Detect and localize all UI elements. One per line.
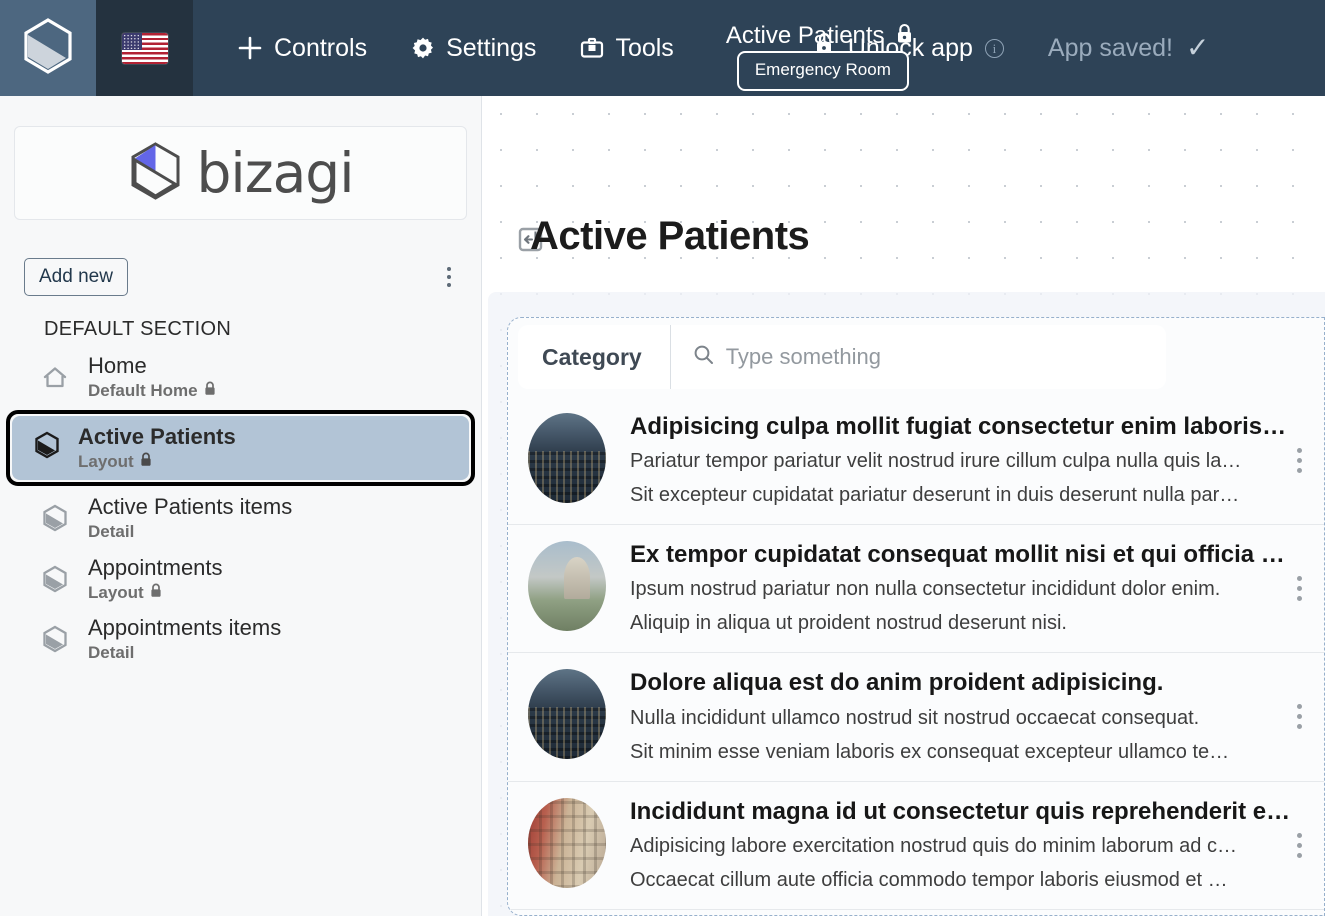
list-item[interactable]: Incididunt magna id ut consectetur quis …: [508, 782, 1324, 910]
list-item-line1: Pariatur tempor pariatur velit nostrud i…: [630, 450, 1242, 473]
filter-bar: Category Type something: [518, 325, 1166, 389]
page-hexagon-icon: [40, 625, 70, 653]
canvas: Active Patients Category Type something …: [483, 96, 1325, 916]
app-title: Active Patients: [725, 22, 885, 49]
lock-icon: [896, 23, 913, 49]
sidebar-item-home-title: Home: [88, 353, 147, 378]
save-status-label: App saved!: [1047, 33, 1173, 62]
list-item-title: Dolore aliqua est do anim proident adipi…: [630, 669, 1164, 697]
list-item-line1: Ipsum nostrud pariatur non nulla consect…: [630, 578, 1221, 601]
list-widget: Category Type something Adipisicing culp…: [507, 317, 1325, 916]
list-item-line2: Sit excepteur cupidatat pariatur deserun…: [630, 484, 1240, 507]
list-item-text: Dolore aliqua est do anim proident adipi…: [606, 667, 1291, 766]
menu-item-tools-label: Tools: [615, 33, 674, 62]
menu-item-controls-label: Controls: [274, 33, 368, 62]
toolbox-icon: [580, 37, 604, 59]
save-status: App saved! ✓: [1048, 34, 1210, 63]
us-flag-icon: [121, 32, 168, 64]
bizagi-hexagon-icon: [128, 141, 183, 206]
info-icon[interactable]: i: [984, 38, 1004, 58]
bizagi-hexagon-icon: [22, 17, 74, 80]
sidebar-item-appointments-subtitle: Layout: [88, 582, 223, 603]
sidebar-item-active-patients-highlight: Active Patients Layout: [6, 409, 475, 487]
home-icon: [40, 365, 70, 389]
sidebar-toolbar: Add new: [24, 258, 459, 296]
brand-logo: bizagi: [14, 126, 467, 220]
lock-icon: [150, 582, 162, 603]
sidebar-item-appointments[interactable]: Appointments Layout: [12, 549, 469, 610]
list-item[interactable]: Ex tempor cupidatat consequat mollit nis…: [508, 525, 1324, 654]
avatar: [528, 797, 606, 888]
menu-item-controls[interactable]: Controls: [215, 0, 389, 96]
check-icon: ✓: [1185, 32, 1210, 63]
language-selector-button[interactable]: [96, 0, 193, 96]
kebab-menu-icon[interactable]: [439, 261, 459, 293]
brand-name: bizagi: [196, 141, 355, 205]
sidebar-nav: Home Default Home Active Patients Layout…: [0, 347, 481, 670]
page-title: Active Patients: [530, 214, 810, 258]
sidebar-item-appointments-items-title: Appointments items: [88, 615, 282, 641]
list-item-text: Ex tempor cupidatat consequat mollit nis…: [606, 539, 1291, 638]
list-item[interactable]: Dolore aliqua est do anim proident adipi…: [508, 653, 1324, 782]
kebab-menu-icon[interactable]: [1291, 825, 1314, 866]
app-title-row[interactable]: Active Patients: [726, 22, 913, 50]
add-new-button[interactable]: Add new: [24, 258, 128, 296]
list-rows: Adipisicing culpa mollit fugiat consecte…: [508, 397, 1324, 915]
sidebar-item-active-patients-title: Active Patients: [78, 423, 236, 449]
gear-icon: [411, 36, 435, 60]
sidebar-item-active-patients-subtitle: Layout: [78, 451, 236, 472]
list-item-title: Ex tempor cupidatat consequat mollit nis…: [630, 541, 1291, 569]
sidebar-item-home-subtitle: Default Home: [88, 380, 216, 401]
menu-item-tools[interactable]: Tools: [558, 0, 695, 96]
lock-icon: [140, 451, 152, 472]
lock-icon: [204, 380, 216, 401]
top-bar: Controls Settings Tools Active Patients …: [0, 0, 1325, 96]
list-item[interactable]: In mollit aliqua culpa Lorem et pariatur…: [508, 910, 1324, 915]
kebab-menu-icon[interactable]: [1291, 696, 1314, 737]
avatar: [528, 413, 606, 503]
avatar: [528, 669, 606, 760]
search-icon: [693, 344, 714, 370]
search-input[interactable]: Type something: [671, 325, 1166, 389]
sidebar-item-appointments-items[interactable]: Appointments items Detail: [12, 609, 469, 670]
list-item-line1: Adipisicing labore exercitation nostrud …: [630, 834, 1237, 857]
plus-icon: [237, 35, 263, 61]
list-item-line2: Sit minim esse veniam laboris ex consequ…: [630, 740, 1230, 763]
sidebar-item-home[interactable]: Home Default Home: [12, 347, 469, 408]
list-item-text: Adipisicing culpa mollit fugiat consecte…: [606, 411, 1291, 510]
sidebar-item-appointments-items-subtitle: Detail: [88, 643, 135, 663]
avatar: [528, 541, 606, 632]
kebab-menu-icon[interactable]: [1291, 440, 1314, 481]
list-item-title: Adipisicing culpa mollit fugiat consecte…: [630, 413, 1291, 440]
app-title-tooltip: Emergency Room: [736, 51, 909, 91]
page-hexagon-icon: [40, 504, 70, 532]
list-item-line2: Occaecat cillum aute officia commodo tem…: [630, 868, 1228, 891]
sidebar-item-appointments-title: Appointments: [88, 554, 223, 580]
list-item-text: Incididunt magna id ut consectetur quis …: [606, 796, 1291, 895]
menu-item-settings[interactable]: Settings: [389, 0, 558, 96]
section-label: DEFAULT SECTION: [44, 318, 232, 340]
main-menu: Controls Settings Tools Active Patients …: [193, 0, 1325, 96]
search-placeholder: Type something: [725, 344, 882, 369]
sidebar-item-active-patients[interactable]: Active Patients Layout: [12, 415, 469, 481]
sidebar: bizagi Add new DEFAULT SECTION Home Defa…: [0, 96, 482, 916]
sidebar-item-active-patients-items[interactable]: Active Patients items Detail: [12, 488, 469, 549]
kebab-menu-icon[interactable]: [1291, 568, 1314, 609]
app-logo-button[interactable]: [0, 0, 96, 96]
list-item-line2: Aliquip in aliqua ut proident nostrud de…: [630, 612, 1067, 635]
category-filter-button[interactable]: Category: [518, 325, 671, 389]
page-hexagon-icon: [34, 431, 60, 464]
list-item-line1: Nulla incididunt ullamco nostrud sit nos…: [630, 706, 1200, 729]
menu-item-settings-label: Settings: [446, 33, 537, 62]
page-hexagon-icon: [40, 565, 70, 593]
list-item[interactable]: Adipisicing culpa mollit fugiat consecte…: [508, 397, 1324, 526]
sidebar-item-active-patients-items-subtitle: Detail: [88, 522, 135, 542]
sidebar-item-active-patients-items-title: Active Patients items: [88, 494, 293, 520]
list-item-title: Incididunt magna id ut consectetur quis …: [630, 797, 1291, 825]
